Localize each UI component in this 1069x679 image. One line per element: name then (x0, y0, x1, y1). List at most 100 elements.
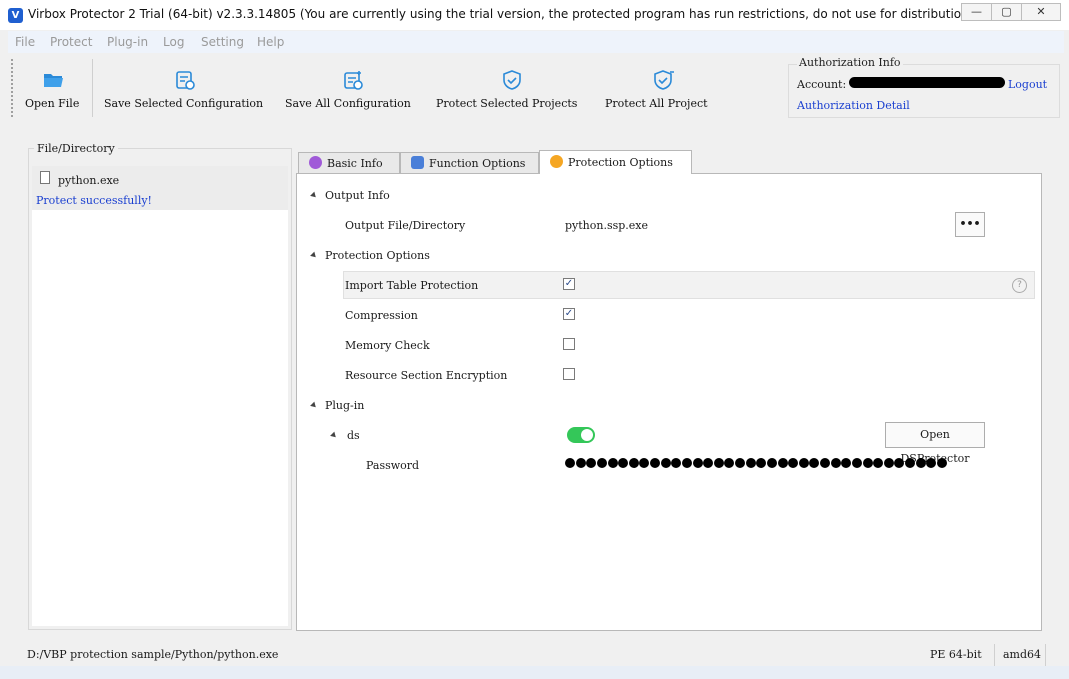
open-dsprotector-button[interactable]: Open DSProtector (885, 422, 985, 465)
password-label: Password (366, 459, 420, 472)
section-output-info: Output Info (325, 189, 390, 202)
protection-options-panel (296, 173, 1042, 631)
open-file-label: Open File (25, 97, 80, 110)
status-bar: D:/VBP protection sample/Python/python.e… (8, 644, 1064, 666)
menu-file[interactable]: File (15, 35, 35, 49)
protect-selected-button[interactable]: Protect Selected Projects (434, 55, 590, 121)
save-all-config-label: Save All Configuration (285, 97, 411, 110)
tab-function-options[interactable]: Function Options (400, 152, 539, 173)
browse-output-button[interactable]: ••• (955, 212, 985, 237)
password-dot (703, 458, 714, 468)
password-dot (883, 458, 894, 468)
section-protection-options: Protection Options (325, 249, 430, 262)
tab-basic-info[interactable]: Basic Info (298, 152, 400, 173)
open-file-button[interactable]: Open File (20, 55, 86, 121)
compression-label: Compression (345, 309, 418, 322)
authorization-title: Authorization Info (797, 56, 903, 69)
menu-log[interactable]: Log (163, 35, 184, 49)
import-table-checkbox[interactable]: ✓ (563, 278, 575, 290)
minimize-button[interactable]: — (961, 3, 992, 21)
file-directory-title: File/Directory (34, 142, 118, 155)
function-icon (411, 156, 424, 169)
shield-check-icon (503, 70, 521, 90)
password-dot (820, 458, 830, 468)
password-dot (586, 458, 597, 468)
password-dot (713, 458, 724, 468)
toggle-knob (581, 429, 593, 441)
password-dot (894, 458, 905, 468)
authorization-detail-link[interactable]: Authorization Detail (797, 99, 910, 112)
tab-function-options-label: Function Options (429, 157, 526, 170)
output-file-label: Output File/Directory (345, 219, 466, 232)
ds-plugin-label: ds (347, 429, 360, 442)
help-icon[interactable]: ? (1012, 278, 1027, 293)
password-dot (798, 458, 809, 468)
protect-all-button[interactable]: Protect All Project (602, 55, 722, 121)
menu-setting[interactable]: Setting (201, 35, 244, 49)
shield-all-icon (654, 70, 674, 90)
tab-protection-options[interactable]: Protection Options (539, 150, 692, 174)
save-selected-config-label: Save Selected Configuration (104, 97, 264, 110)
password-dot (905, 458, 915, 468)
logout-link[interactable]: Logout (1008, 78, 1047, 91)
password-dot (756, 458, 767, 468)
menu-help[interactable]: Help (257, 35, 284, 49)
window-title: Virbox Protector 2 Trial (64-bit) v2.3.3… (28, 7, 979, 21)
password-dot (745, 458, 756, 468)
save-selected-config-button[interactable]: Save Selected Configuration (102, 55, 270, 121)
ds-enable-toggle[interactable] (567, 427, 595, 443)
file-name: python.exe (58, 174, 120, 187)
app-logo-icon: V (8, 8, 23, 23)
password-dot (735, 458, 745, 468)
password-field[interactable] (565, 458, 948, 470)
tab-basic-info-label: Basic Info (327, 157, 383, 170)
menu-plugin[interactable]: Plug-in (107, 35, 148, 49)
folder-icon (44, 74, 63, 87)
password-dot (650, 458, 660, 468)
status-platform: amd64 (1003, 648, 1042, 661)
file-status: Protect successfully! (36, 194, 152, 207)
password-dot (607, 458, 618, 468)
password-dot (671, 458, 682, 468)
password-dot (639, 458, 650, 468)
close-button[interactable]: ✕ (1021, 3, 1061, 21)
compression-checkbox[interactable]: ✓ (563, 308, 575, 320)
password-dot (724, 458, 735, 468)
password-dot (596, 458, 607, 468)
password-dot (628, 458, 639, 468)
password-dot (766, 458, 777, 468)
memory-check-checkbox[interactable] (563, 338, 575, 350)
file-icon (40, 171, 50, 184)
toolbar-separator (92, 59, 93, 117)
protect-all-label: Protect All Project (605, 97, 708, 110)
password-dot (841, 458, 852, 468)
memory-check-label: Memory Check (345, 339, 430, 352)
password-dot (660, 458, 671, 468)
password-dot (926, 458, 937, 468)
password-dot (873, 458, 884, 468)
password-dot (681, 458, 692, 468)
tab-protection-options-label: Protection Options (568, 156, 673, 169)
status-separator (994, 644, 995, 666)
resource-encryption-label: Resource Section Encryption (345, 369, 508, 382)
status-arch: PE 64-bit (930, 648, 982, 661)
account-value-redacted (849, 77, 1005, 88)
password-dot (788, 458, 799, 468)
restore-button[interactable]: ▢ (991, 3, 1022, 21)
output-file-value[interactable]: python.ssp.exe (565, 219, 648, 232)
lock-icon (550, 155, 563, 168)
password-dot (575, 458, 586, 468)
window-controls: — ▢ ✕ (961, 3, 1061, 21)
toolbar-grip[interactable] (11, 59, 13, 117)
password-dot (830, 458, 841, 468)
save-all-config-button[interactable]: Save All Configuration (282, 55, 422, 121)
taskbar-strip (0, 666, 1069, 679)
password-dot (851, 458, 862, 468)
password-dot (618, 458, 629, 468)
menu-protect[interactable]: Protect (50, 35, 92, 49)
password-dot (777, 458, 788, 468)
file-list[interactable] (32, 166, 288, 626)
chat-icon (309, 156, 322, 169)
password-dot (862, 458, 873, 468)
resource-encryption-checkbox[interactable] (563, 368, 575, 380)
